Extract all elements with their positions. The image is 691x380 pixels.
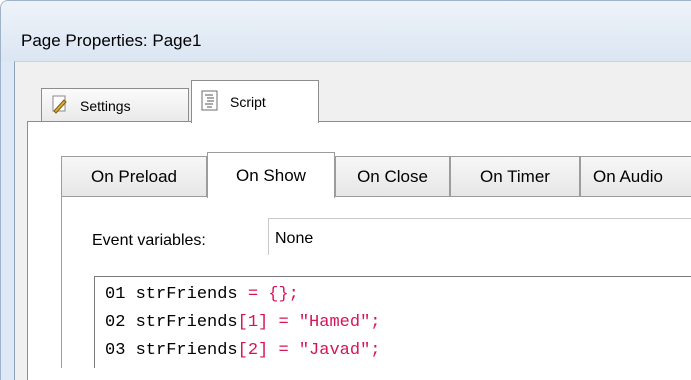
tab-on-preload[interactable]: On Preload — [61, 156, 207, 197]
code-index: [2] — [237, 341, 269, 360]
code-index: [1] — [237, 313, 269, 332]
tab-on-audio-label: On Audio — [593, 167, 663, 186]
tab-script[interactable]: Script — [191, 80, 319, 123]
line-number: 02 — [105, 313, 126, 332]
tab-on-show[interactable]: On Show — [207, 152, 335, 198]
script-editor[interactable]: 01 strFriends = {}; 02 strFriends[1] = "… — [94, 276, 691, 368]
code-operator: = — [247, 285, 259, 304]
tab-on-close-label: On Close — [357, 167, 428, 186]
tab-on-audio[interactable]: On Audio — [580, 156, 691, 197]
code-line: 03 strFriends[2] = "Javad"; — [105, 341, 380, 365]
script-icon — [200, 90, 220, 115]
line-number: 03 — [105, 341, 126, 360]
event-variables-box — [268, 218, 691, 255]
tab-settings-label: Settings — [80, 97, 131, 114]
code-value: "Javad"; — [298, 341, 381, 360]
tab-settings[interactable]: Settings — [41, 88, 189, 122]
tab-script-label: Script — [230, 94, 266, 110]
code-identifier: strFriends — [135, 313, 238, 332]
tab-on-preload-label: On Preload — [91, 167, 177, 186]
tab-on-timer[interactable]: On Timer — [450, 156, 580, 197]
code-line: 01 strFriends = {}; — [105, 285, 299, 309]
window-title: Page Properties: Page1 — [21, 31, 202, 50]
code-operator: = — [278, 313, 289, 332]
settings-icon — [50, 94, 70, 117]
code-operator: = — [278, 341, 289, 360]
code-value: {}; — [268, 285, 299, 304]
code-identifier: strFriends — [135, 341, 238, 360]
code-line: 02 strFriends[1] = "Hamed"; — [105, 313, 380, 337]
event-tabs: On Preload On Show On Close On Timer On … — [61, 152, 691, 198]
tab-on-close[interactable]: On Close — [335, 156, 450, 197]
event-variables-value: None — [275, 230, 314, 247]
tab-on-show-label: On Show — [236, 165, 306, 185]
title-bar[interactable]: Page Properties: Page1 — [1, 1, 691, 61]
event-variables-label: Event variables: — [92, 232, 206, 249]
code-value: "Hamed"; — [298, 313, 381, 332]
line-number: 01 — [105, 285, 126, 304]
tab-on-timer-label: On Timer — [480, 167, 550, 186]
code-identifier: strFriends — [135, 285, 238, 304]
